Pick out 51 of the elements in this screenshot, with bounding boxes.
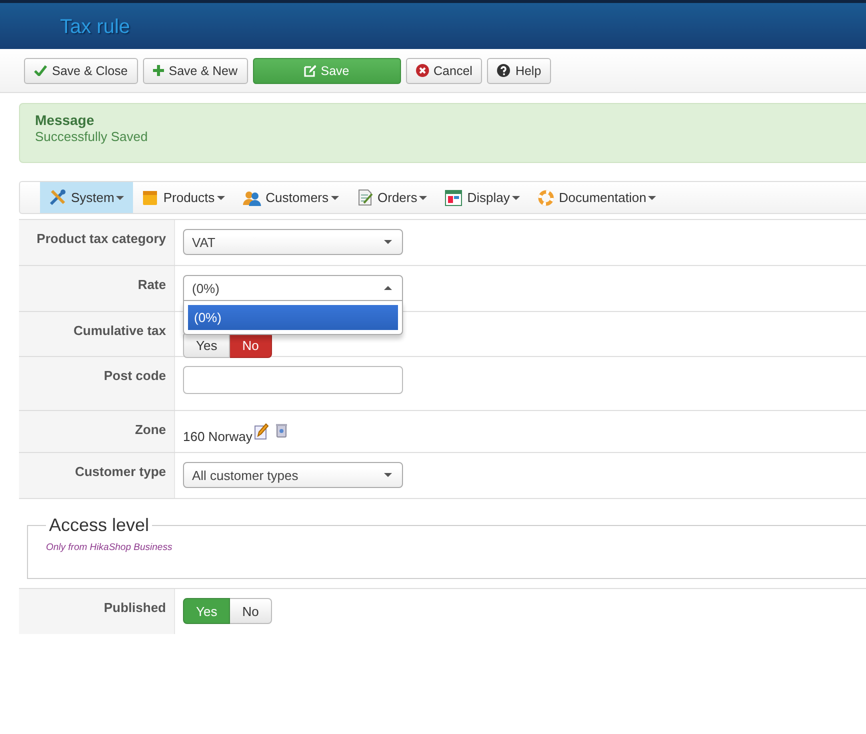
menu-item[interactable]: Documentation <box>528 182 666 213</box>
box-icon <box>142 190 158 206</box>
window-icon <box>445 190 462 206</box>
field-label: Post code <box>104 368 166 383</box>
caret-icon <box>512 196 520 200</box>
toolbar-button[interactable]: Save & New <box>142 58 248 84</box>
field-label: Published <box>104 600 166 615</box>
lifebuoy-icon <box>538 190 554 206</box>
caret-icon <box>216 196 225 200</box>
caret-icon <box>419 196 428 200</box>
field-label: Cumulative tax <box>74 323 166 338</box>
menu-item[interactable]: Display <box>436 182 529 213</box>
document-icon <box>356 189 373 206</box>
message-title: Message <box>35 112 94 128</box>
caret-up-icon <box>384 286 392 290</box>
menu-item[interactable]: System <box>40 182 134 213</box>
trash-icon[interactable] <box>276 423 288 438</box>
select-field[interactable]: VAT <box>183 229 403 255</box>
people-icon <box>242 190 261 206</box>
field-label: Product tax category <box>36 231 166 246</box>
note-text: Only from HikaShop Business <box>46 542 172 553</box>
menu-item[interactable]: Orders <box>348 182 436 213</box>
section-title: Access level <box>48 515 150 536</box>
field-label: Customer type <box>74 464 166 479</box>
caret-icon <box>384 473 392 477</box>
menu-item[interactable]: Products <box>133 182 234 213</box>
plus-icon <box>152 65 164 76</box>
check-icon <box>34 65 47 76</box>
select-field[interactable]: All customer types <box>183 462 403 488</box>
toggle-option[interactable]: No <box>230 598 272 624</box>
pencil-icon[interactable] <box>254 423 270 440</box>
field-label: Zone <box>134 422 166 437</box>
toolbar-button[interactable]: Cancel <box>406 58 482 84</box>
tools-icon <box>49 189 66 206</box>
menu-item[interactable]: Customers <box>234 182 348 213</box>
field-label: Rate <box>138 277 166 292</box>
message-text: Successfully Saved <box>35 129 148 144</box>
dropdown-option[interactable]: (0%) <box>188 305 398 330</box>
select-field[interactable]: (0%) <box>183 275 403 301</box>
cancel-icon <box>416 64 429 77</box>
toolbar-button[interactable]: Save & Close <box>24 58 138 84</box>
post-code-field[interactable] <box>183 366 403 394</box>
help-icon <box>497 64 510 77</box>
caret-icon <box>648 196 656 200</box>
toolbar-button[interactable]: Help <box>487 58 552 84</box>
page-title: Tax rule <box>59 15 130 39</box>
caret-icon <box>384 240 392 244</box>
zone-value: 160 Norway <box>183 429 252 444</box>
edit-icon <box>304 64 316 76</box>
caret-icon <box>116 196 124 200</box>
caret-icon <box>330 196 339 200</box>
